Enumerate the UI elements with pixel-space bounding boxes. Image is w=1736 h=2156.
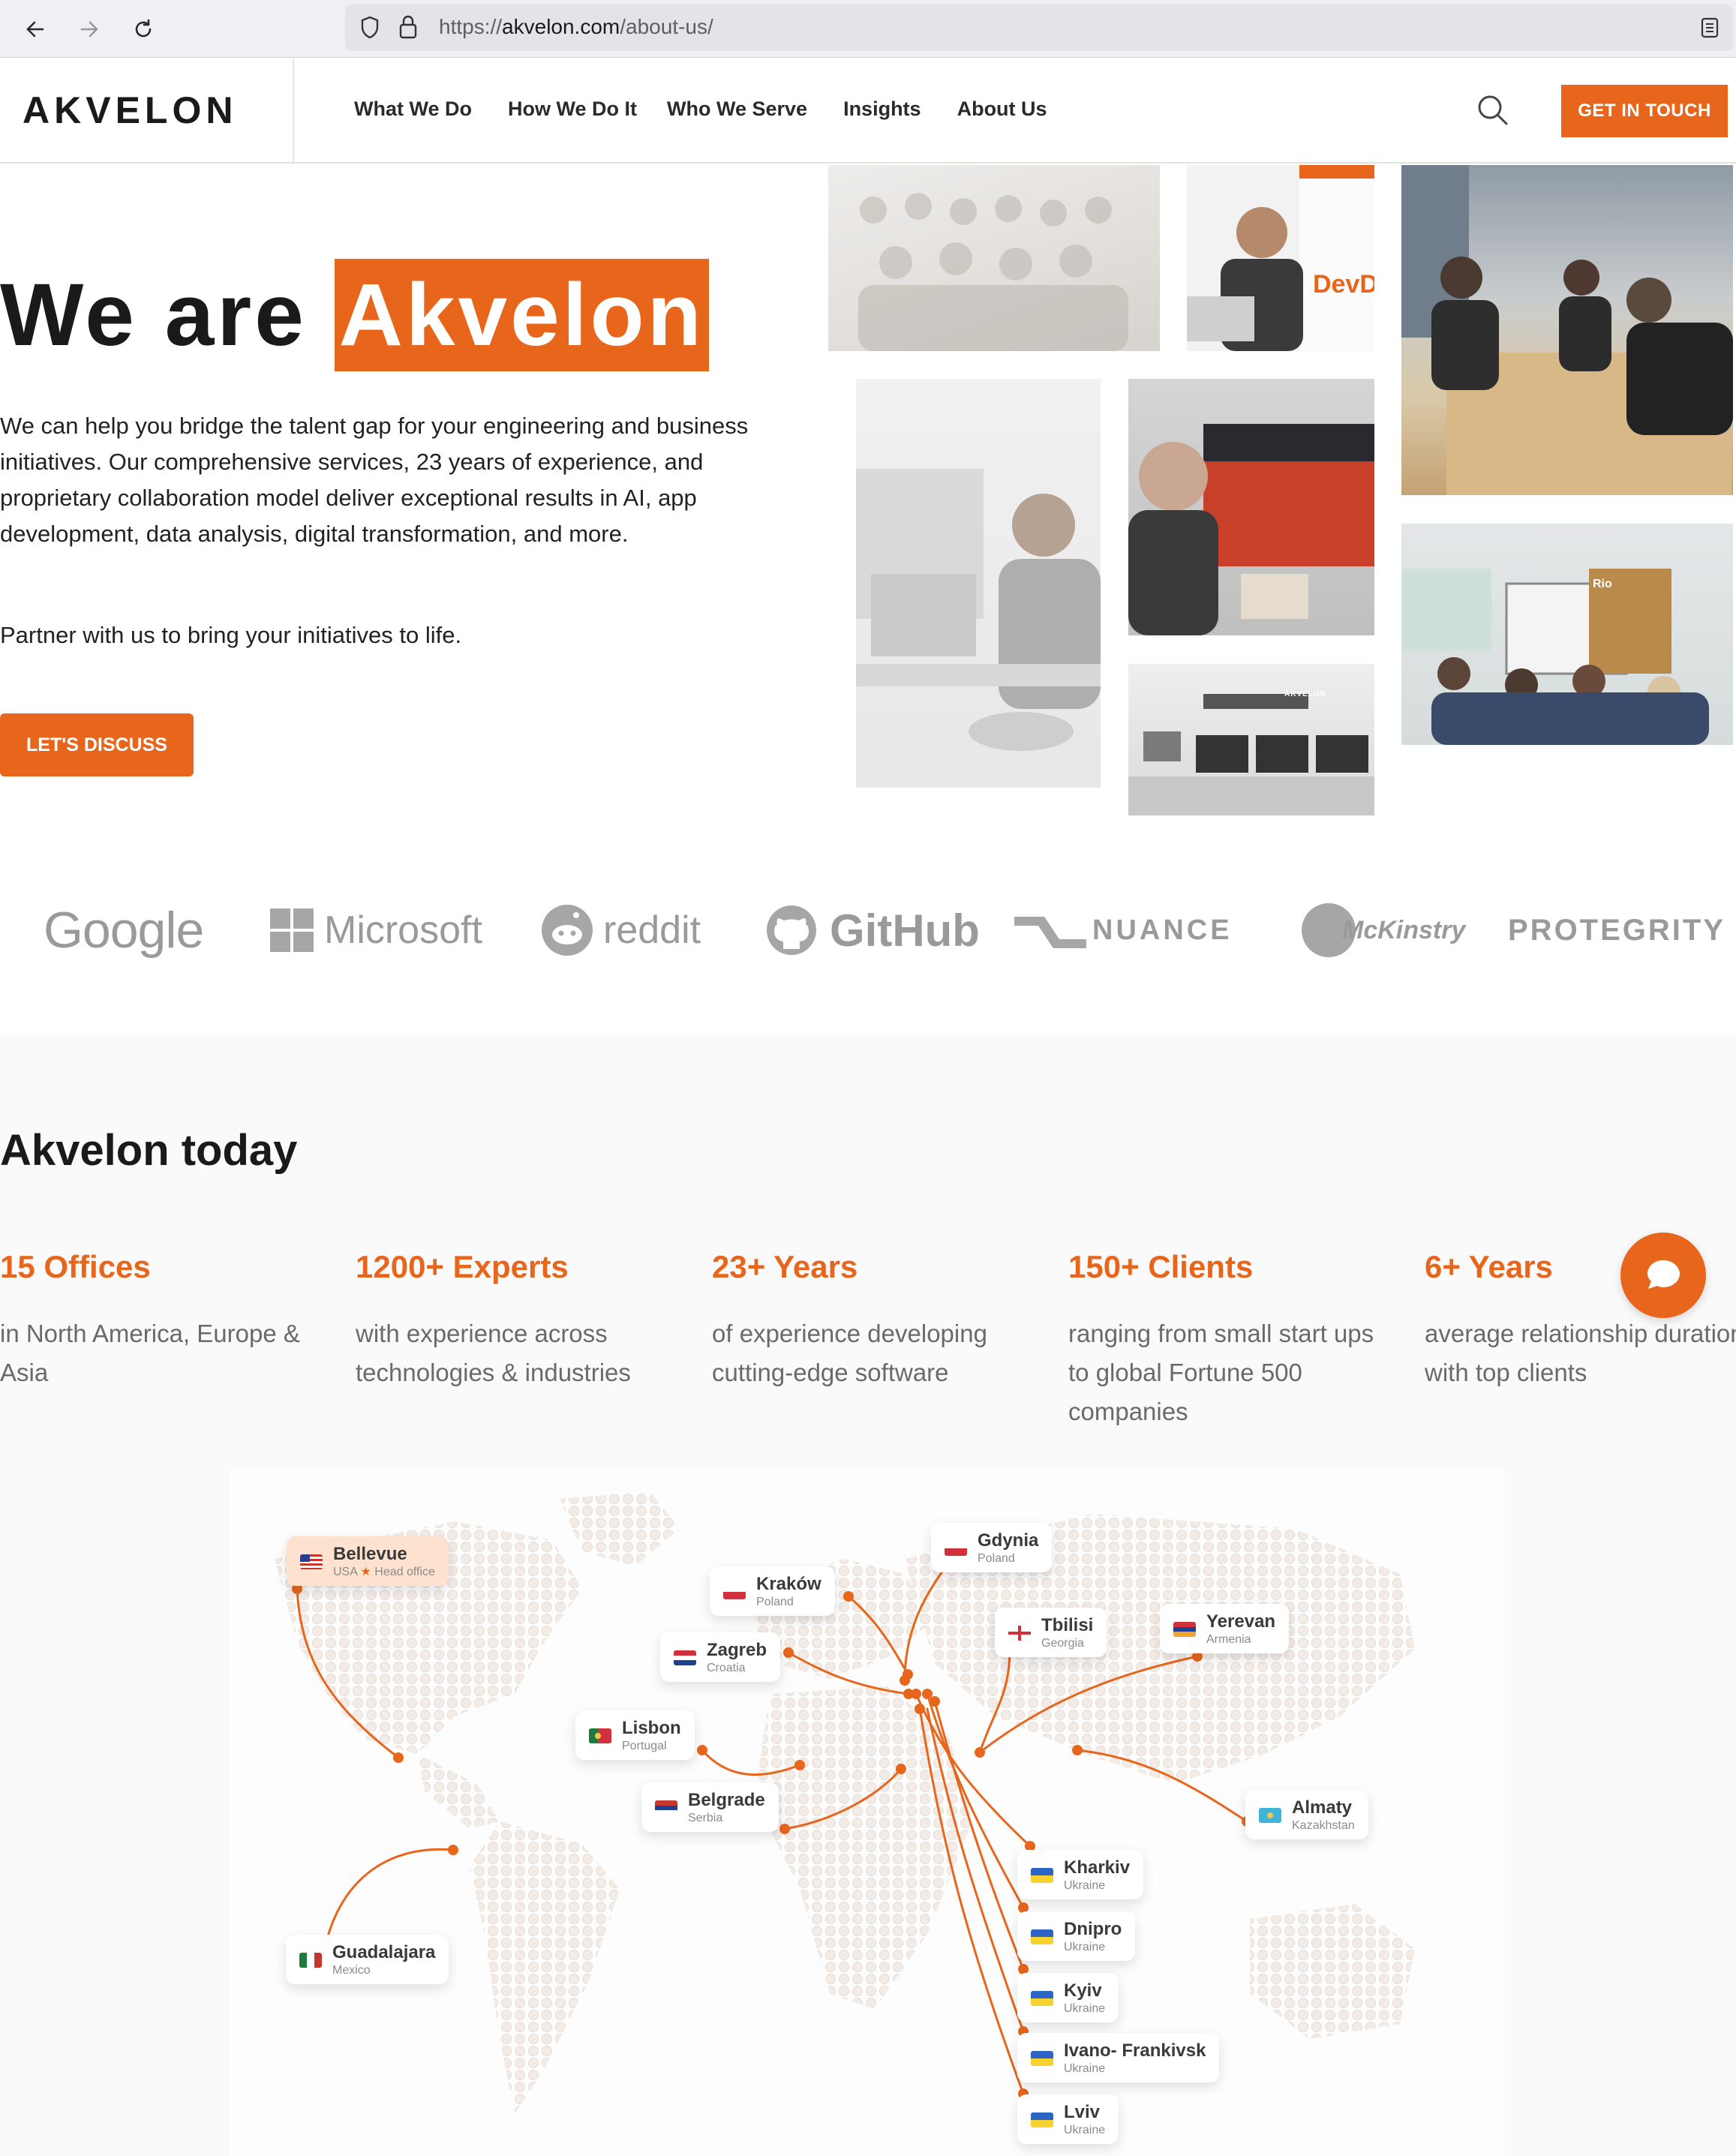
office-card-lviv[interactable]: Lviv Ukraine	[1017, 2094, 1119, 2144]
developer-monitor-photo	[1128, 379, 1374, 635]
office-card-guadalajara[interactable]: Guadalajara Mexico	[286, 1935, 449, 1984]
ukraine-flag-icon	[1031, 1868, 1053, 1883]
microsoft-logo: Microsoft	[270, 896, 482, 964]
reader-view-icon[interactable]	[1700, 17, 1719, 43]
stat-offices-value: 15 Offices	[0, 1249, 151, 1284]
stat-relationship-value: 6+ Years	[1425, 1249, 1553, 1284]
office-card-yerevan[interactable]: Yerevan Armenia	[1160, 1604, 1290, 1653]
office-card-dnipro[interactable]: Dnipro Ukraine	[1017, 1911, 1136, 1961]
office-card-krakow[interactable]: Kraków Poland	[710, 1566, 835, 1616]
main-nav: What We Do How We Do It Who We Serve Ins…	[354, 98, 1083, 121]
meeting-room-photo	[1401, 165, 1733, 495]
serbia-flag-icon	[655, 1800, 677, 1815]
poland-flag-icon	[945, 1541, 967, 1556]
google-logo: Google	[44, 902, 204, 959]
armenia-flag-icon	[1173, 1622, 1196, 1637]
stat-clients-desc: ranging from small start ups to global F…	[1068, 1320, 1374, 1425]
github-logo: GitHub	[765, 896, 980, 964]
chat-bubble-icon	[1647, 1260, 1680, 1289]
browser-toolbar: https://akvelon.com/about-us/	[0, 0, 1736, 58]
nav-about-us[interactable]: About Us	[957, 98, 1047, 121]
engineer-headphones-photo	[856, 379, 1101, 788]
protegrity-logo: PROTEGRITY	[1508, 913, 1726, 947]
ukraine-flag-icon	[1031, 1991, 1053, 2006]
reddit-logo: reddit	[540, 896, 701, 964]
header-divider	[293, 59, 294, 164]
office-card-belgrade[interactable]: Belgrade Serbia	[641, 1782, 779, 1832]
office-card-bellevue[interactable]: Bellevue USA ★ Head office	[287, 1536, 449, 1586]
training-session-photo: Rio	[1401, 524, 1733, 745]
kazakhstan-flag-icon	[1259, 1808, 1281, 1823]
office-card-almaty[interactable]: Almaty Kazakhstan	[1245, 1790, 1368, 1839]
microsoft-squares-icon	[270, 908, 314, 952]
office-card-kyiv[interactable]: Kyiv Ukraine	[1017, 1973, 1119, 2022]
poland-flag-icon	[723, 1584, 746, 1599]
stat-experts-desc: with experience across technologies & in…	[356, 1320, 631, 1386]
mckinstry-logo: McKinstry	[1302, 896, 1465, 964]
devday-speaker-photo: DevDay	[1187, 165, 1374, 351]
nav-what-we-do[interactable]: What We Do	[354, 98, 472, 121]
hero-tagline: Partner with us to bring your initiative…	[0, 622, 462, 648]
get-in-touch-button[interactable]: GET IN TOUCH	[1561, 85, 1728, 137]
hero-title-highlight: Akvelon	[334, 259, 709, 371]
section-title: Akvelon today	[0, 1126, 298, 1175]
mexico-flag-icon	[299, 1953, 322, 1968]
office-card-ivano-frankivsk[interactable]: Ivano- Frankivsk Ukraine	[1017, 2033, 1220, 2082]
hero-title: We are Akvelon	[0, 255, 709, 375]
rio-map-sign: Rio	[1593, 578, 1612, 590]
site-header: AKVELON What We Do How We Do It Who We S…	[0, 59, 1736, 164]
office-card-kharkiv[interactable]: Kharkiv Ukraine	[1017, 1850, 1144, 1899]
chat-button[interactable]	[1620, 1233, 1706, 1318]
ukraine-flag-icon	[1031, 2051, 1053, 2066]
stat-relationship-desc: average relationship duration with top c…	[1425, 1320, 1736, 1386]
croatia-flag-icon	[674, 1650, 696, 1665]
reload-icon[interactable]	[128, 14, 159, 45]
stat-experts-value: 1200+ Experts	[356, 1249, 569, 1284]
github-octocat-icon	[767, 905, 816, 955]
offices-map: Bellevue USA ★ Head office Guadalajara Mex…	[230, 1469, 1505, 2156]
stat-offices-desc: in North America, Europe & Asia	[0, 1320, 300, 1386]
stat-years-value: 23+ Years	[712, 1249, 858, 1284]
akvelon-logo[interactable]: AKVELON	[23, 89, 237, 132]
devday-sign: DevDay	[1313, 270, 1374, 299]
nuance-mark-icon	[1014, 917, 1086, 948]
forward-icon[interactable]	[74, 14, 105, 45]
ukraine-flag-icon	[1031, 2112, 1053, 2127]
georgia-flag-icon	[1008, 1626, 1031, 1641]
url-text: https://akvelon.com/about-us/	[439, 15, 713, 38]
head-office-star-icon: ★	[360, 1566, 371, 1578]
nav-how-we-do-it[interactable]: How We Do It	[508, 98, 637, 121]
office-card-tbilisi[interactable]: Tbilisi Georgia	[995, 1608, 1107, 1657]
address-bar[interactable]: https://akvelon.com/about-us/	[345, 5, 1733, 51]
reddit-alien-icon	[542, 905, 593, 956]
hero-paragraph: We can help you bridge the talent gap fo…	[0, 413, 749, 547]
portugal-flag-icon	[589, 1728, 611, 1743]
nav-who-we-serve[interactable]: Who We Serve	[667, 98, 807, 121]
lets-discuss-button[interactable]: LET'S DISCUSS	[0, 713, 194, 776]
office-card-gdynia[interactable]: Gdynia Poland	[931, 1523, 1053, 1572]
office-card-zagreb[interactable]: Zagreb Croatia	[660, 1632, 781, 1682]
shield-icon	[359, 15, 381, 44]
stat-years-desc: of experience developing cutting-edge so…	[712, 1320, 987, 1386]
lock-icon	[398, 14, 419, 44]
ukraine-flag-icon	[1031, 1929, 1053, 1944]
search-icon[interactable]	[1474, 92, 1512, 129]
stat-clients-value: 150+ Clients	[1068, 1249, 1254, 1284]
usa-flag-icon	[300, 1554, 323, 1569]
team-audience-photo	[828, 165, 1160, 351]
akvelon-office-sign: AKVELON	[1284, 690, 1326, 698]
back-icon[interactable]	[20, 14, 51, 45]
nuance-logo: NUANCE	[1013, 896, 1233, 964]
nav-insights[interactable]: Insights	[843, 98, 921, 121]
office-card-lisbon[interactable]: Lisbon Portugal	[575, 1710, 695, 1760]
office-workstations-photo: AKVELON	[1128, 664, 1374, 815]
